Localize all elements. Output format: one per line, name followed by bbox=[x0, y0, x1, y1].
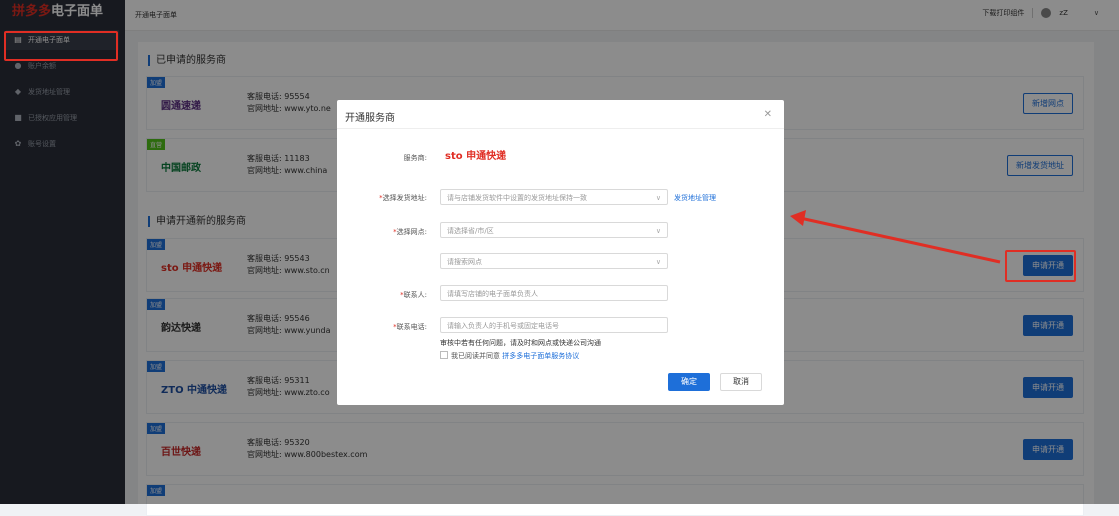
provider-label: 服务商: bbox=[403, 154, 427, 162]
contact-input[interactable]: 请填写店铺的电子面单负责人 bbox=[440, 285, 668, 301]
outlet-label: *选择网点: bbox=[393, 228, 427, 236]
address-label-text: 选择发货地址: bbox=[382, 194, 427, 202]
address-label: *选择发货地址: bbox=[379, 194, 427, 202]
checkbox-box[interactable] bbox=[440, 351, 448, 359]
region-placeholder: 请选择省/市/区 bbox=[447, 227, 494, 235]
open-provider-dialog: 开通服务商 ✕ 服务商: sto 申通快递 *选择发货地址: 请与店铺发货软件中… bbox=[337, 100, 784, 405]
phone-placeholder: 请输入负责人的手机号或固定电话号 bbox=[447, 322, 559, 330]
service-agreement-link[interactable]: 拼多多电子面单服务协议 bbox=[502, 352, 579, 360]
cancel-button[interactable]: 取消 bbox=[720, 373, 762, 391]
contact-placeholder: 请填写店铺的电子面单负责人 bbox=[447, 290, 538, 298]
agreement-checkbox[interactable]: 我已阅读并同意 拼多多电子面单服务协议 bbox=[440, 351, 579, 361]
contact-label-text: 联系人: bbox=[403, 291, 427, 299]
phone-label: *联系电话: bbox=[393, 323, 427, 331]
dialog-title: 开通服务商 bbox=[345, 113, 395, 124]
agree-text: 我已阅读并同意 bbox=[451, 352, 500, 360]
divider bbox=[337, 128, 784, 129]
outlet-search-select[interactable]: 请搜索网点 ∨ bbox=[440, 253, 668, 269]
address-manage-link[interactable]: 发货地址管理 bbox=[674, 193, 716, 203]
outlet-label-text: 选择网点: bbox=[396, 228, 427, 236]
highlight-box-apply bbox=[1005, 250, 1076, 282]
chevron-down-icon: ∨ bbox=[655, 194, 661, 202]
outlet-placeholder: 请搜索网点 bbox=[447, 258, 482, 266]
region-select[interactable]: 请选择省/市/区 ∨ bbox=[440, 222, 668, 238]
chevron-down-icon: ∨ bbox=[655, 227, 661, 235]
sto-logo: sto 申通快递 bbox=[445, 151, 507, 162]
address-select[interactable]: 请与店铺发货软件中设置的发货地址保持一致 ∨ bbox=[440, 189, 668, 205]
phone-label-text: 联系电话: bbox=[396, 323, 427, 331]
contact-label: *联系人: bbox=[400, 291, 427, 299]
address-placeholder: 请与店铺发货软件中设置的发货地址保持一致 bbox=[447, 194, 587, 202]
review-note: 审核中若有任何问题，请及时和网点或快递公司沟通 bbox=[440, 339, 601, 347]
chevron-down-icon: ∨ bbox=[655, 258, 661, 266]
phone-input[interactable]: 请输入负责人的手机号或固定电话号 bbox=[440, 317, 668, 333]
confirm-button[interactable]: 确定 bbox=[668, 373, 710, 391]
close-icon[interactable]: ✕ bbox=[764, 109, 772, 120]
highlight-box-sidebar bbox=[4, 31, 118, 61]
